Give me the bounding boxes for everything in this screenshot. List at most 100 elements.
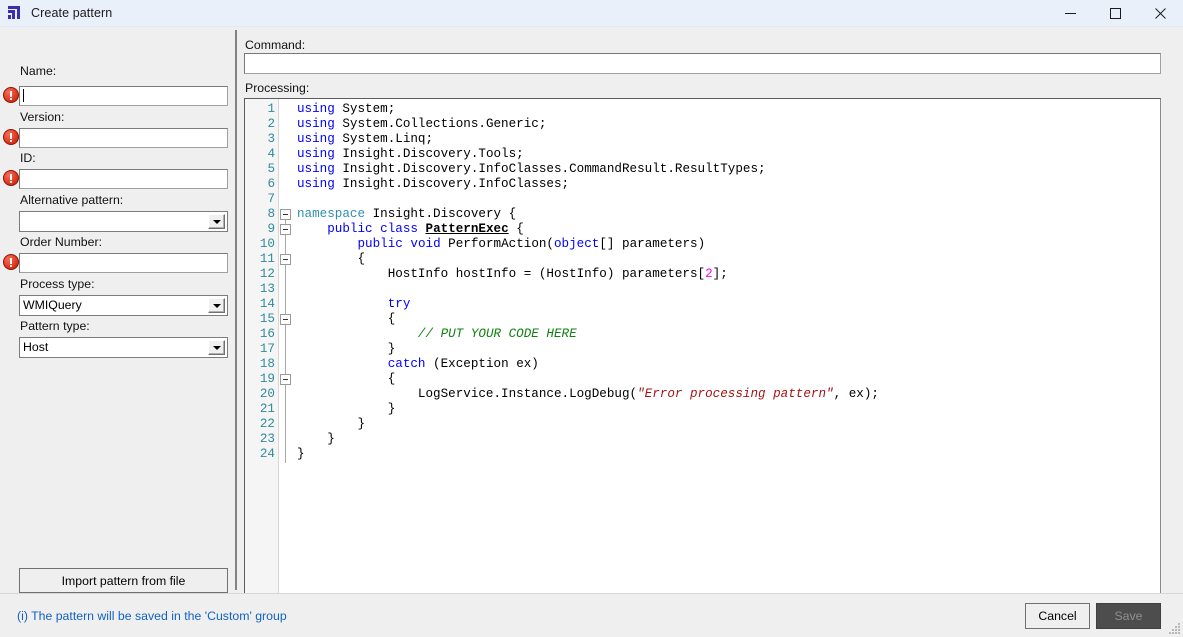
id-input[interactable] (19, 169, 228, 189)
maximize-icon (1110, 7, 1121, 19)
chevron-down-icon (212, 219, 221, 224)
fold-guide-line (285, 212, 286, 463)
fold-toggle-8[interactable] (280, 209, 291, 220)
code-line: using Insight.Discovery.Tools; (297, 147, 524, 161)
left-form-panel: Name: Version: ID: Alternative pattern: … (0, 27, 237, 593)
name-input[interactable] (19, 86, 228, 106)
code-line: { (297, 372, 396, 386)
window-title: Create pattern (31, 6, 113, 20)
code-line: using Insight.Discovery.InfoClasses; (297, 177, 570, 191)
command-input[interactable] (244, 53, 1161, 74)
label-id: ID: (20, 151, 36, 165)
line-number: 9 (267, 222, 275, 236)
line-number: 5 (267, 162, 275, 176)
fold-toggle-11[interactable] (280, 254, 291, 265)
close-icon (1155, 7, 1166, 19)
line-number: 1 (267, 102, 275, 116)
alternative-pattern-value (20, 212, 208, 231)
process-type-select[interactable]: WMIQuery (19, 295, 228, 316)
code-line: } (297, 447, 305, 461)
version-required-icon (3, 129, 19, 145)
panel-splitter[interactable] (235, 30, 237, 590)
process-type-value: WMIQuery (23, 298, 82, 312)
line-number: 17 (259, 342, 275, 356)
label-version: Version: (20, 110, 65, 124)
editor-code-area[interactable]: using System; using System.Collections.Ge… (293, 99, 1160, 593)
line-number: 8 (267, 207, 275, 221)
process-type-dropdown-button[interactable] (208, 298, 225, 313)
minimize-icon (1065, 12, 1076, 14)
code-line: using System.Collections.Generic; (297, 117, 547, 131)
minimize-button[interactable] (1048, 0, 1093, 27)
code-line: } (297, 402, 396, 416)
maximize-button[interactable] (1093, 0, 1138, 27)
alternative-pattern-dropdown-button[interactable] (208, 214, 225, 229)
import-pattern-button[interactable]: Import pattern from file (19, 568, 228, 593)
fold-toggle-19[interactable] (280, 374, 291, 385)
label-name: Name: (20, 64, 57, 78)
resize-grip-icon[interactable] (1167, 621, 1181, 635)
code-line: LogService.Instance.LogDebug("Error proc… (297, 387, 879, 401)
code-line: } (297, 432, 335, 446)
fold-toggle-9[interactable] (280, 224, 291, 235)
label-alternative-pattern: Alternative pattern: (20, 193, 124, 207)
line-number: 6 (267, 177, 275, 191)
label-command: Command: (245, 38, 306, 52)
title-bar: Create pattern (0, 0, 1183, 27)
cancel-button[interactable]: Cancel (1025, 603, 1090, 629)
code-line: } (297, 342, 396, 356)
editor-fold-column[interactable] (279, 99, 293, 593)
processing-code-editor[interactable]: 1 2 3 4 5 6 7 8 9 10 11 12 13 14 15 16 17 18 19 20 21 22 23 24 … (244, 98, 1161, 594)
label-process-type: Process type: (20, 277, 95, 291)
close-button[interactable] (1138, 0, 1183, 27)
line-number: 19 (259, 372, 275, 386)
code-line: namespace Insight.Discovery { (297, 207, 517, 221)
code-line: catch (Exception ex) (387, 357, 539, 371)
code-line: using System.Linq; (297, 132, 434, 146)
order-number-input[interactable] (19, 253, 228, 273)
label-order-number: Order Number: (20, 235, 103, 249)
pattern-type-select[interactable]: Host (19, 337, 228, 358)
fold-toggle-15[interactable] (280, 314, 291, 325)
save-group-note: (i) The pattern will be saved in the 'Cu… (17, 609, 287, 623)
app-logo-icon (7, 5, 23, 21)
chevron-down-icon (212, 345, 221, 350)
window-controls (1048, 0, 1183, 27)
line-number: 11 (259, 252, 275, 266)
code-line: public class PatternExec { (327, 222, 524, 236)
pattern-type-dropdown-button[interactable] (208, 340, 225, 355)
line-number: 13 (259, 282, 275, 296)
version-input[interactable] (19, 128, 228, 148)
line-number: 2 (267, 117, 275, 131)
code-line: { (297, 252, 366, 266)
line-number: 14 (259, 297, 275, 311)
line-number: 21 (259, 402, 275, 416)
line-number: 15 (259, 312, 275, 326)
order-number-required-icon (3, 254, 19, 270)
create-pattern-window: Create pattern Name: Version: ID: Altern… (0, 0, 1183, 637)
code-line: HostInfo hostInfo = (HostInfo) parameter… (297, 267, 728, 281)
line-number: 7 (267, 192, 275, 206)
label-processing: Processing: (245, 81, 310, 95)
pattern-type-value: Host (23, 340, 49, 354)
chevron-down-icon (212, 303, 221, 308)
line-number: 23 (259, 432, 275, 446)
line-number: 18 (259, 357, 275, 371)
label-pattern-type: Pattern type: (20, 319, 90, 333)
line-number: 10 (259, 237, 275, 251)
code-line: } (297, 417, 366, 431)
text-caret (23, 89, 24, 102)
name-required-icon (3, 87, 19, 103)
save-button[interactable]: Save (1096, 603, 1161, 629)
code-line: try (387, 297, 411, 311)
line-number: 3 (267, 132, 275, 146)
alternative-pattern-select[interactable] (19, 211, 228, 232)
id-required-icon (3, 170, 19, 186)
code-line: // PUT YOUR CODE HERE (417, 327, 577, 341)
code-line: { (297, 312, 396, 326)
code-line: public void PerformAction(object[] param… (357, 237, 706, 251)
code-line: using System; (297, 102, 396, 116)
code-line: using Insight.Discovery.InfoClasses.Comm… (297, 162, 766, 176)
